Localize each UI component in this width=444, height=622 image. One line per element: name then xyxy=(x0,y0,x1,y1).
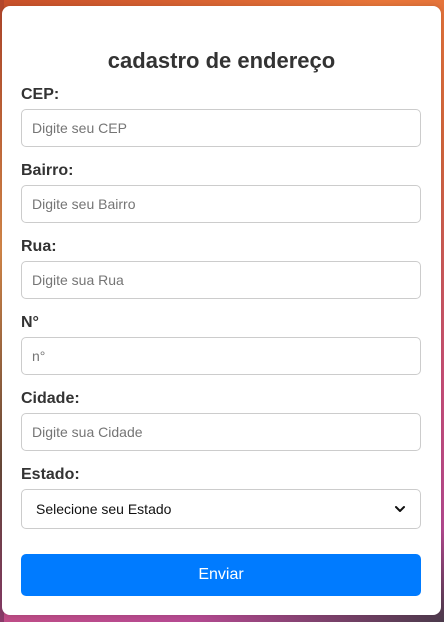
address-form-card: cadastro de endereço CEP: Bairro: Rua: N… xyxy=(2,6,441,615)
bairro-input[interactable] xyxy=(21,185,421,223)
cep-input[interactable] xyxy=(21,109,421,147)
cidade-input[interactable] xyxy=(21,413,421,451)
numero-input[interactable] xyxy=(21,337,421,375)
cidade-label: Cidade: xyxy=(21,390,80,407)
numero-label: N° xyxy=(21,314,39,331)
chevron-down-icon xyxy=(395,506,405,512)
estado-label: Estado: xyxy=(21,466,80,483)
rua-label: Rua: xyxy=(21,238,57,255)
bairro-label: Bairro: xyxy=(21,162,74,179)
estado-selected-value: Selecione seu Estado xyxy=(36,501,172,517)
submit-button[interactable]: Enviar xyxy=(21,554,421,596)
rua-input[interactable] xyxy=(21,261,421,299)
form-title: cadastro de endereço xyxy=(107,48,336,73)
cep-label: CEP: xyxy=(21,86,60,103)
estado-select[interactable]: Selecione seu Estado xyxy=(21,489,421,529)
